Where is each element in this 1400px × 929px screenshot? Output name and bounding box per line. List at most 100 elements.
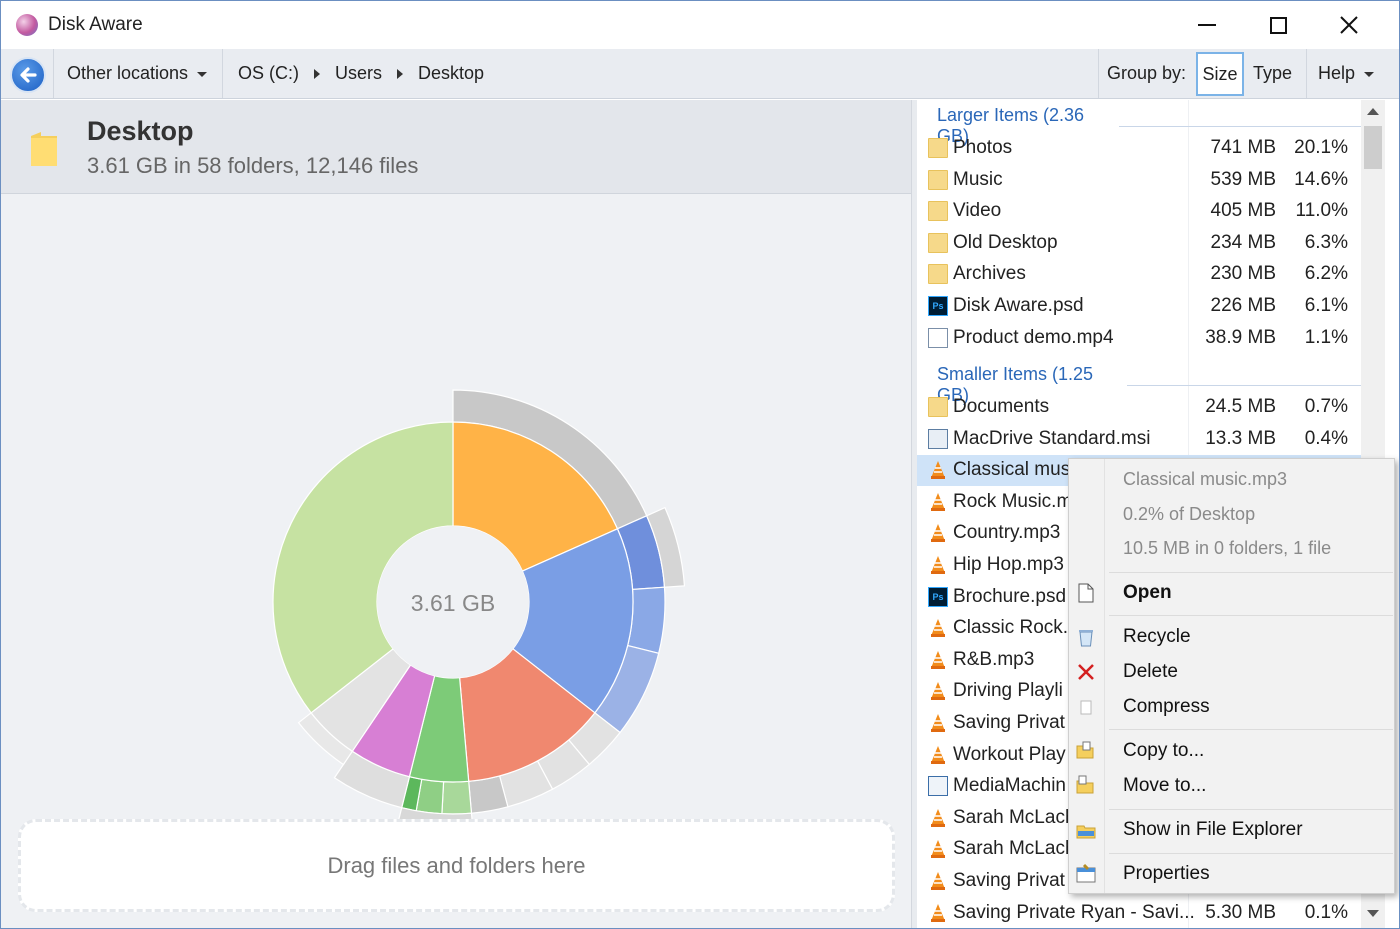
maximize-icon xyxy=(1269,16,1287,34)
item-percent: 6.3% xyxy=(1304,231,1348,253)
item-name: Saving Private Ryan - Savi... xyxy=(953,901,1195,923)
item-name: Disk Aware.psd xyxy=(953,295,1084,316)
item-percent: 14.6% xyxy=(1294,168,1348,190)
folder-icon xyxy=(928,264,948,285)
menu-separator xyxy=(1109,572,1393,573)
group-by-size-button[interactable]: Size xyxy=(1196,52,1244,96)
group-by-type-button[interactable]: Type xyxy=(1253,63,1292,84)
list-item[interactable]: Photos 741 MB 20.1% xyxy=(917,133,1361,164)
vlc-icon xyxy=(931,619,945,638)
vlc-icon xyxy=(931,840,945,859)
scroll-up-icon[interactable] xyxy=(1367,108,1379,115)
breadcrumb-item-drive[interactable]: OS (C:) xyxy=(238,63,299,84)
back-button[interactable] xyxy=(10,57,46,93)
context-file-name: Classical music.mp3 xyxy=(1123,469,1288,489)
scroll-thumb[interactable] xyxy=(1364,126,1382,169)
delete-x-icon xyxy=(1078,664,1094,680)
item-name: Music xyxy=(953,168,1003,190)
video-file-icon xyxy=(928,327,948,348)
help-label: Help xyxy=(1318,63,1356,83)
help-menu[interactable]: Help xyxy=(1318,63,1375,84)
list-item[interactable]: Ps Disk Aware.psd 226 MB 6.1% xyxy=(917,291,1361,322)
vlc-icon xyxy=(931,745,945,764)
psd-icon: Ps xyxy=(928,296,948,316)
menu-show-in-explorer-label: Show in File Explorer xyxy=(1123,819,1303,840)
list-item[interactable]: Documents 24.5 MB 0.7% xyxy=(917,392,1361,423)
psd-icon: Ps xyxy=(928,586,948,607)
disk-aware-logo-icon xyxy=(16,14,38,36)
breadcrumb-item-desktop[interactable]: Desktop xyxy=(418,63,484,84)
toolbar-divider xyxy=(1306,49,1307,98)
window-title: Disk Aware xyxy=(48,14,143,35)
item-percent: 6.2% xyxy=(1304,263,1348,285)
item-size: 741 MB xyxy=(1210,137,1276,158)
item-size: 38.9 MB xyxy=(1205,326,1276,348)
item-name: Archives xyxy=(953,263,1026,285)
vlc-icon xyxy=(931,556,945,574)
item-name: Country.mp3 xyxy=(953,522,1061,544)
toolbar-divider xyxy=(1098,49,1099,98)
copy-folder-icon xyxy=(1076,741,1094,759)
list-item[interactable]: Saving Private Ryan - Savi... 5.30 MB 0.1% xyxy=(917,898,1361,928)
menu-delete[interactable]: Delete xyxy=(1069,655,1394,689)
folder-icon xyxy=(928,201,948,222)
menu-copy-to-label: Copy to... xyxy=(1123,740,1205,761)
chevron-right-icon[interactable] xyxy=(397,68,404,79)
scroll-down-icon[interactable] xyxy=(1367,910,1379,917)
file-explorer-icon xyxy=(1076,825,1096,839)
vlc-icon xyxy=(931,903,945,922)
vlc-icon xyxy=(931,714,945,732)
folder-header: Desktop 3.61 GB in 58 folders, 12,146 fi… xyxy=(1,100,911,194)
menu-recycle[interactable]: Recycle xyxy=(1069,620,1394,654)
item-name: R&B.mp3 xyxy=(953,648,1035,670)
menu-open[interactable]: Open xyxy=(1069,576,1394,610)
item-percent: 6.1% xyxy=(1304,295,1348,316)
segment-old-desktop-child[interactable] xyxy=(441,780,473,815)
folder-icon xyxy=(928,397,948,417)
item-name: Sarah McLach xyxy=(953,806,1076,828)
context-file-detail: 10.5 MB in 0 folders, 1 file xyxy=(1123,538,1332,558)
chevron-down-icon xyxy=(197,72,208,77)
list-item[interactable]: Music 539 MB 14.6% xyxy=(917,165,1361,196)
toolbar: Other locations OS (C:) Users Desktop Gr… xyxy=(1,49,1399,99)
menu-separator xyxy=(1109,853,1393,854)
drop-zone[interactable]: Drag files and folders here xyxy=(18,819,895,912)
folder-icon xyxy=(31,132,57,166)
list-item[interactable]: MacDrive Standard.msi 13.3 MB 0.4% xyxy=(917,424,1361,455)
item-size: 226 MB xyxy=(1210,295,1276,316)
item-percent: 0.7% xyxy=(1304,396,1348,417)
sunburst-chart[interactable]: 3.61 GB xyxy=(251,380,721,860)
other-locations-dropdown[interactable]: Other locations xyxy=(67,63,208,84)
item-size: 539 MB xyxy=(1210,168,1276,190)
close-button[interactable] xyxy=(1313,1,1385,49)
toolbar-divider xyxy=(222,49,223,98)
folder-summary: 3.61 GB in 58 folders, 12,146 files xyxy=(87,153,419,178)
vlc-icon xyxy=(931,650,945,669)
vlc-icon xyxy=(931,682,945,701)
item-size: 405 MB xyxy=(1210,200,1276,222)
recycle-bin-icon xyxy=(1079,630,1093,647)
chevron-right-icon[interactable] xyxy=(314,68,320,79)
menu-compress[interactable]: Compress xyxy=(1069,690,1394,724)
menu-properties[interactable]: Properties xyxy=(1069,857,1394,891)
menu-move-to[interactable]: Move to... xyxy=(1069,769,1394,803)
group-rule xyxy=(1118,125,1361,127)
item-name: Product demo.mp4 xyxy=(953,326,1114,348)
back-arrow-icon xyxy=(20,67,37,83)
maximize-button[interactable] xyxy=(1242,1,1314,49)
list-item[interactable]: Old Desktop 234 MB 6.3% xyxy=(917,228,1361,259)
group-by-label: Group by: xyxy=(1107,63,1187,83)
menu-separator xyxy=(1109,729,1393,730)
breadcrumb-item-users[interactable]: Users xyxy=(335,63,382,84)
list-item[interactable]: Video 405 MB 11.0% xyxy=(917,196,1361,227)
menu-copy-to[interactable]: Copy to... xyxy=(1069,734,1394,768)
minimize-button[interactable] xyxy=(1171,1,1243,49)
list-item[interactable]: Product demo.mp4 38.9 MB 1.1% xyxy=(917,323,1361,354)
item-name: Saving Privat xyxy=(953,870,1065,891)
folder-icon xyxy=(928,138,948,158)
chart-pane: Desktop 3.61 GB in 58 folders, 12,146 fi… xyxy=(1,100,911,928)
menu-show-in-explorer[interactable]: Show in File Explorer xyxy=(1069,813,1394,847)
list-item[interactable]: Archives 230 MB 6.2% xyxy=(917,259,1361,290)
item-percent: 0.1% xyxy=(1304,901,1348,923)
menu-properties-label: Properties xyxy=(1123,863,1210,884)
